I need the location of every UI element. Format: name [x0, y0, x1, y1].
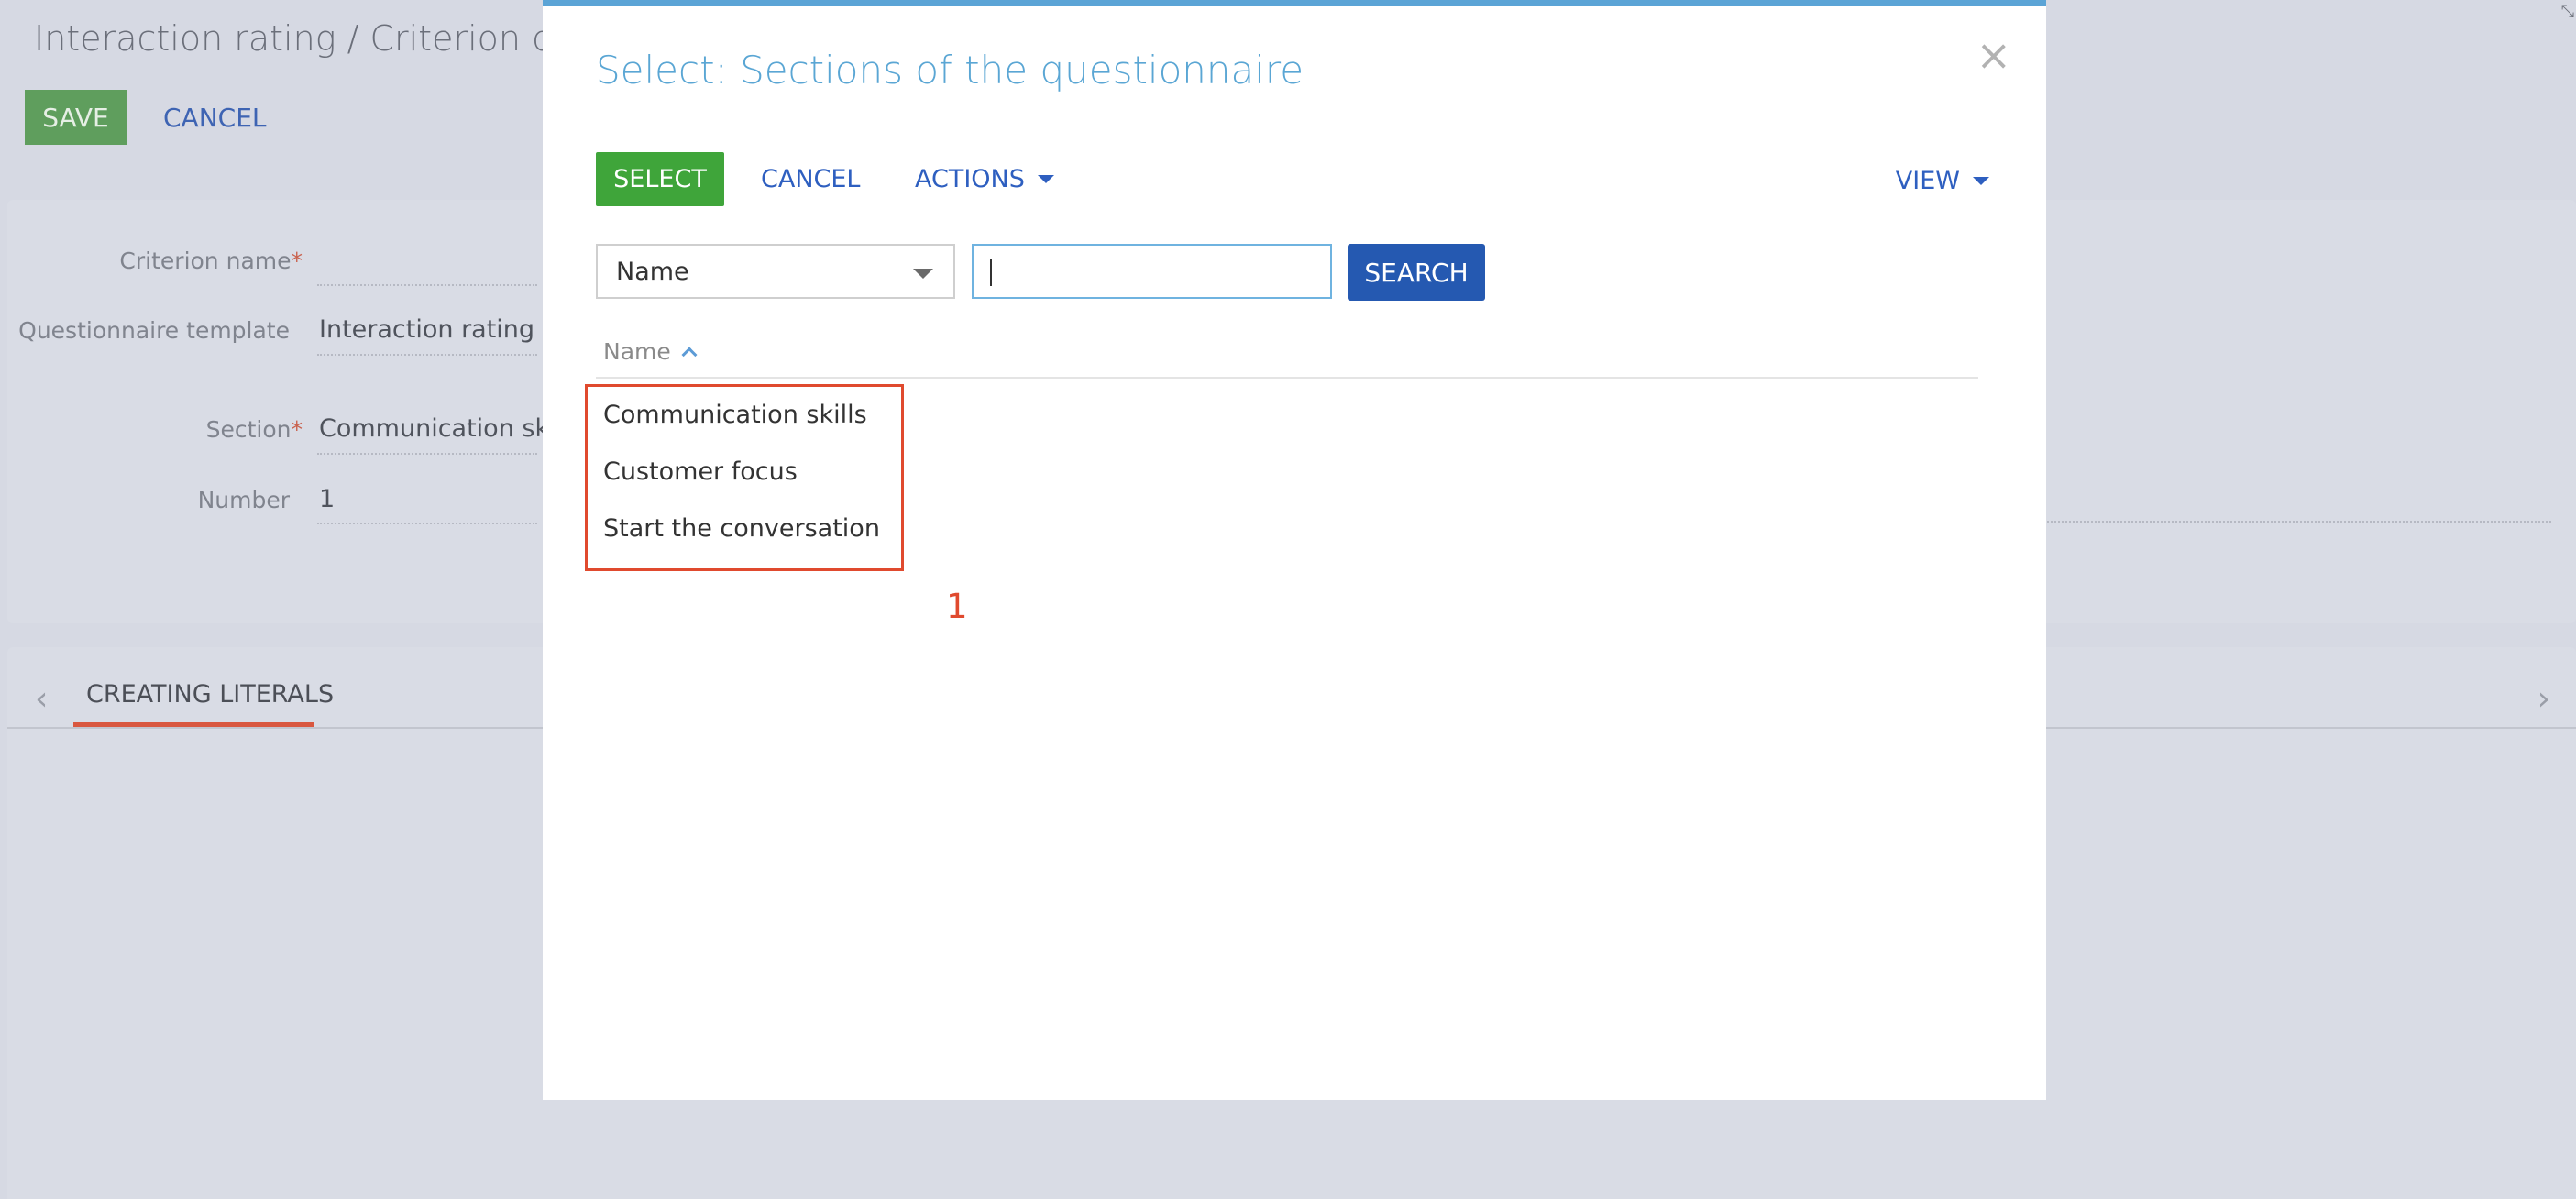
corner-resize-icon: ⤡ — [2560, 2, 2574, 21]
annotation-number: 1 — [946, 587, 968, 626]
filter-column-value: Name — [616, 257, 689, 286]
questionnaire-template-label-wrap: Questionnaire template — [7, 317, 290, 348]
questionnaire-template-field — [317, 354, 537, 356]
required-marker: * — [291, 416, 303, 443]
page-title: Interaction rating / Criterion detai — [34, 18, 621, 59]
tab-next-icon[interactable]: › — [2537, 680, 2550, 718]
section-field — [317, 453, 537, 455]
tab-prev-icon[interactable]: ‹ — [35, 680, 48, 718]
dropdown-arrow-icon — [913, 269, 933, 279]
required-marker: * — [291, 248, 303, 274]
number-label-wrap: Number — [7, 487, 290, 518]
section-label-wrap: Section* — [7, 416, 303, 447]
dialog-cancel-button[interactable]: CANCEL — [761, 152, 860, 206]
view-menu-button[interactable]: VIEW — [1896, 154, 1989, 208]
search-button[interactable]: SEARCH — [1348, 244, 1485, 301]
dialog-title: Select: Sections of the questionnaire — [596, 48, 1305, 93]
section-label: Section* — [205, 416, 303, 443]
column-header-name[interactable]: Name — [603, 338, 698, 365]
view-label: VIEW — [1895, 167, 1960, 195]
section-value[interactable]: Communication skill — [319, 414, 570, 443]
sort-ascending-icon — [681, 346, 698, 362]
questionnaire-template-value[interactable]: Interaction rating — [319, 315, 534, 344]
actions-label: ACTIONS — [915, 165, 1025, 193]
number-value[interactable]: 1 — [319, 485, 335, 513]
criterion-name-label: Criterion name* — [119, 248, 303, 274]
annotation-highlight-box — [585, 384, 904, 571]
criterion-name-field[interactable] — [317, 284, 537, 286]
number-field — [317, 522, 537, 524]
cancel-button[interactable]: CANCEL — [163, 90, 267, 145]
number-label: Number — [197, 487, 290, 513]
chevron-down-icon — [1973, 177, 1989, 185]
actions-menu-button[interactable]: ACTIONS — [915, 152, 1054, 206]
search-input[interactable] — [972, 244, 1332, 299]
filter-column-select[interactable]: Name — [596, 244, 955, 299]
column-header-label: Name — [603, 338, 671, 365]
chevron-down-icon — [1037, 175, 1054, 183]
lookup-dialog: Select: Sections of the questionnaire × … — [543, 0, 2046, 1100]
text-cursor — [990, 258, 992, 286]
tab-creating-literals[interactable]: CREATING LITERALS — [86, 680, 334, 709]
save-button[interactable]: SAVE — [25, 90, 127, 145]
close-icon[interactable]: × — [1976, 34, 2011, 76]
criterion-name-label-wrap: Criterion name* — [7, 248, 303, 279]
header-divider — [596, 377, 1978, 379]
select-button[interactable]: SELECT — [596, 152, 724, 206]
questionnaire-template-label: Questionnaire template — [18, 317, 290, 344]
